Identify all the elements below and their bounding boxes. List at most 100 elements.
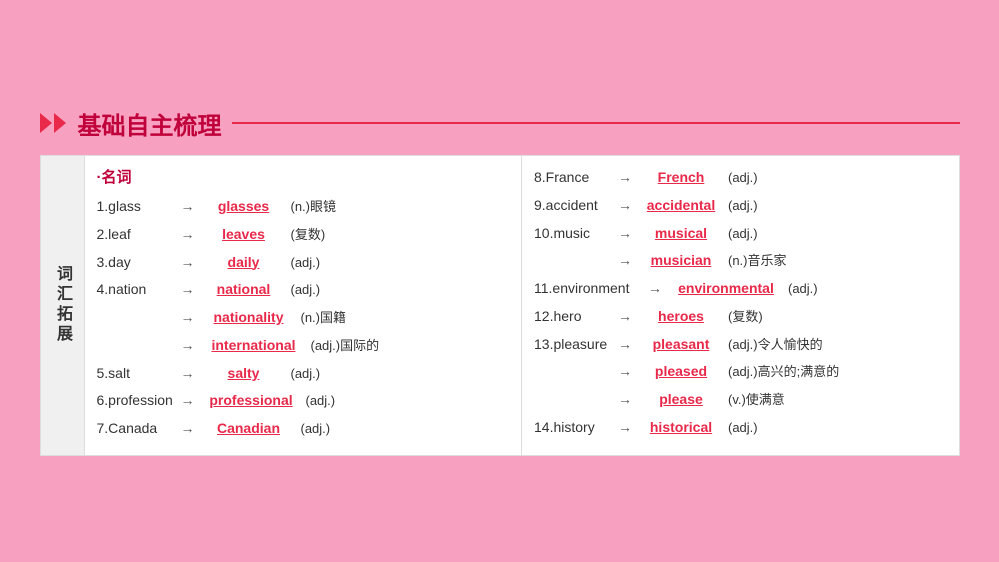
entry-number: 9.accident: [534, 194, 614, 216]
entry-number: 13.pleasure: [534, 333, 614, 355]
answer-field: French: [636, 166, 726, 188]
list-item: 9.accident → accidental (adj.): [534, 194, 947, 217]
page-title: 基础自主梳理: [78, 106, 222, 141]
side-label: 词汇拓展: [41, 156, 85, 455]
answer-field: heroes: [636, 305, 726, 327]
double-chevron-icon: [40, 113, 66, 133]
entry-number: 4.nation: [97, 278, 177, 300]
list-item: 14.history → historical (adj.): [534, 416, 947, 439]
page: 基础自主梳理 词汇拓展 ·名词 1.glass → glasses (n.)眼镜…: [20, 96, 980, 466]
answer-field: please: [636, 388, 726, 410]
note-text: (n.)国籍: [301, 308, 347, 329]
list-item: → international (adj.)国际的: [97, 334, 510, 357]
note-text: (adj.): [728, 168, 758, 189]
left-column: ·名词 1.glass → glasses (n.)眼镜 2.leaf → le…: [85, 156, 523, 455]
answer-field: historical: [636, 416, 726, 438]
answer-field: professional: [199, 389, 304, 411]
arrow-icon: →: [618, 222, 632, 244]
main-card: 词汇拓展 ·名词 1.glass → glasses (n.)眼镜 2.leaf…: [40, 155, 960, 456]
list-item: → nationality (n.)国籍: [97, 306, 510, 329]
list-item: 3.day → daily (adj.): [97, 251, 510, 274]
entry-number: 7.Canada: [97, 417, 177, 439]
arrow-icon: →: [618, 305, 632, 327]
arrow-icon: →: [181, 306, 195, 328]
arrow-icon: →: [618, 194, 632, 216]
answer-field: international: [199, 334, 309, 356]
arrow-icon: →: [181, 389, 195, 411]
arrow-icon: →: [618, 388, 632, 410]
answer-field: nationality: [199, 306, 299, 328]
content-area: ·名词 1.glass → glasses (n.)眼镜 2.leaf → le…: [85, 156, 959, 455]
list-item: 10.music → musical (adj.): [534, 222, 947, 245]
answer-field: daily: [199, 251, 289, 273]
note-text: (复数): [291, 225, 326, 246]
answer-field: salty: [199, 362, 289, 384]
list-item: 6.profession → professional (adj.): [97, 389, 510, 412]
list-item: → musician (n.)音乐家: [534, 249, 947, 272]
answer-field: pleased: [636, 360, 726, 382]
right-column: 8.France → French (adj.) 9.accident → ac…: [522, 156, 959, 455]
arrow-icon: →: [618, 249, 632, 271]
note-text: (adj.): [728, 224, 758, 245]
note-text: (adj.): [291, 253, 321, 274]
list-item: 12.hero → heroes (复数): [534, 305, 947, 328]
note-text: (adj.): [788, 279, 818, 300]
arrow-icon: →: [181, 251, 195, 273]
arrow-icon: →: [181, 417, 195, 439]
entry-number: 5.salt: [97, 362, 177, 384]
note-text: (adj.): [728, 196, 758, 217]
note-text: (adj.)高兴的;满意的: [728, 362, 839, 383]
answer-field: glasses: [199, 195, 289, 217]
entry-number: 12.hero: [534, 305, 614, 327]
note-text: (adj.): [301, 419, 331, 440]
header-divider: [232, 122, 960, 124]
answer-field: Canadian: [199, 417, 299, 439]
note-text: (adj.): [291, 364, 321, 385]
list-item: 1.glass → glasses (n.)眼镜: [97, 195, 510, 218]
note-text: (adj.): [306, 391, 336, 412]
answer-field: national: [199, 278, 289, 300]
list-item: 11.environment → environmental (adj.): [534, 277, 947, 300]
list-item: → please (v.)使满意: [534, 388, 947, 411]
header: 基础自主梳理: [40, 106, 960, 141]
list-item: 13.pleasure → pleasant (adj.)令人愉快的: [534, 333, 947, 356]
list-item: 5.salt → salty (adj.): [97, 362, 510, 385]
note-text: (adj.)令人愉快的: [728, 335, 823, 356]
answer-field: environmental: [666, 277, 786, 299]
arrow-icon: →: [181, 278, 195, 300]
entry-number: 8.France: [534, 166, 614, 188]
answer-field: leaves: [199, 223, 289, 245]
arrow-icon: →: [181, 223, 195, 245]
list-item: 8.France → French (adj.): [534, 166, 947, 189]
entry-number: 14.history: [534, 416, 614, 438]
note-text: (adj.)国际的: [311, 336, 380, 357]
list-item: 7.Canada → Canadian (adj.): [97, 417, 510, 440]
arrow-icon: →: [618, 166, 632, 188]
entry-number: 11.environment: [534, 277, 644, 299]
list-item: 2.leaf → leaves (复数): [97, 223, 510, 246]
arrow-icon: →: [181, 362, 195, 384]
answer-field: musical: [636, 222, 726, 244]
arrow-icon: →: [648, 277, 662, 299]
entry-number: 2.leaf: [97, 223, 177, 245]
note-text: (n.)眼镜: [291, 197, 337, 218]
entry-number: 6.profession: [97, 389, 177, 411]
header-icon: [40, 113, 66, 133]
entry-number: 3.day: [97, 251, 177, 273]
list-item: 4.nation → national (adj.): [97, 278, 510, 301]
answer-field: accidental: [636, 194, 726, 216]
arrow-icon: →: [618, 333, 632, 355]
note-text: (v.)使满意: [728, 390, 785, 411]
arrow-icon: →: [181, 334, 195, 356]
entry-number: 1.glass: [97, 195, 177, 217]
arrow-icon: →: [181, 195, 195, 217]
arrow-icon: →: [618, 416, 632, 438]
answer-field: pleasant: [636, 333, 726, 355]
entry-number: 10.music: [534, 222, 614, 244]
section-title-noun: ·名词: [97, 166, 510, 187]
arrow-icon: →: [618, 360, 632, 382]
answer-field: musician: [636, 249, 726, 271]
note-text: (n.)音乐家: [728, 251, 787, 272]
list-item: → pleased (adj.)高兴的;满意的: [534, 360, 947, 383]
note-text: (复数): [728, 307, 763, 328]
